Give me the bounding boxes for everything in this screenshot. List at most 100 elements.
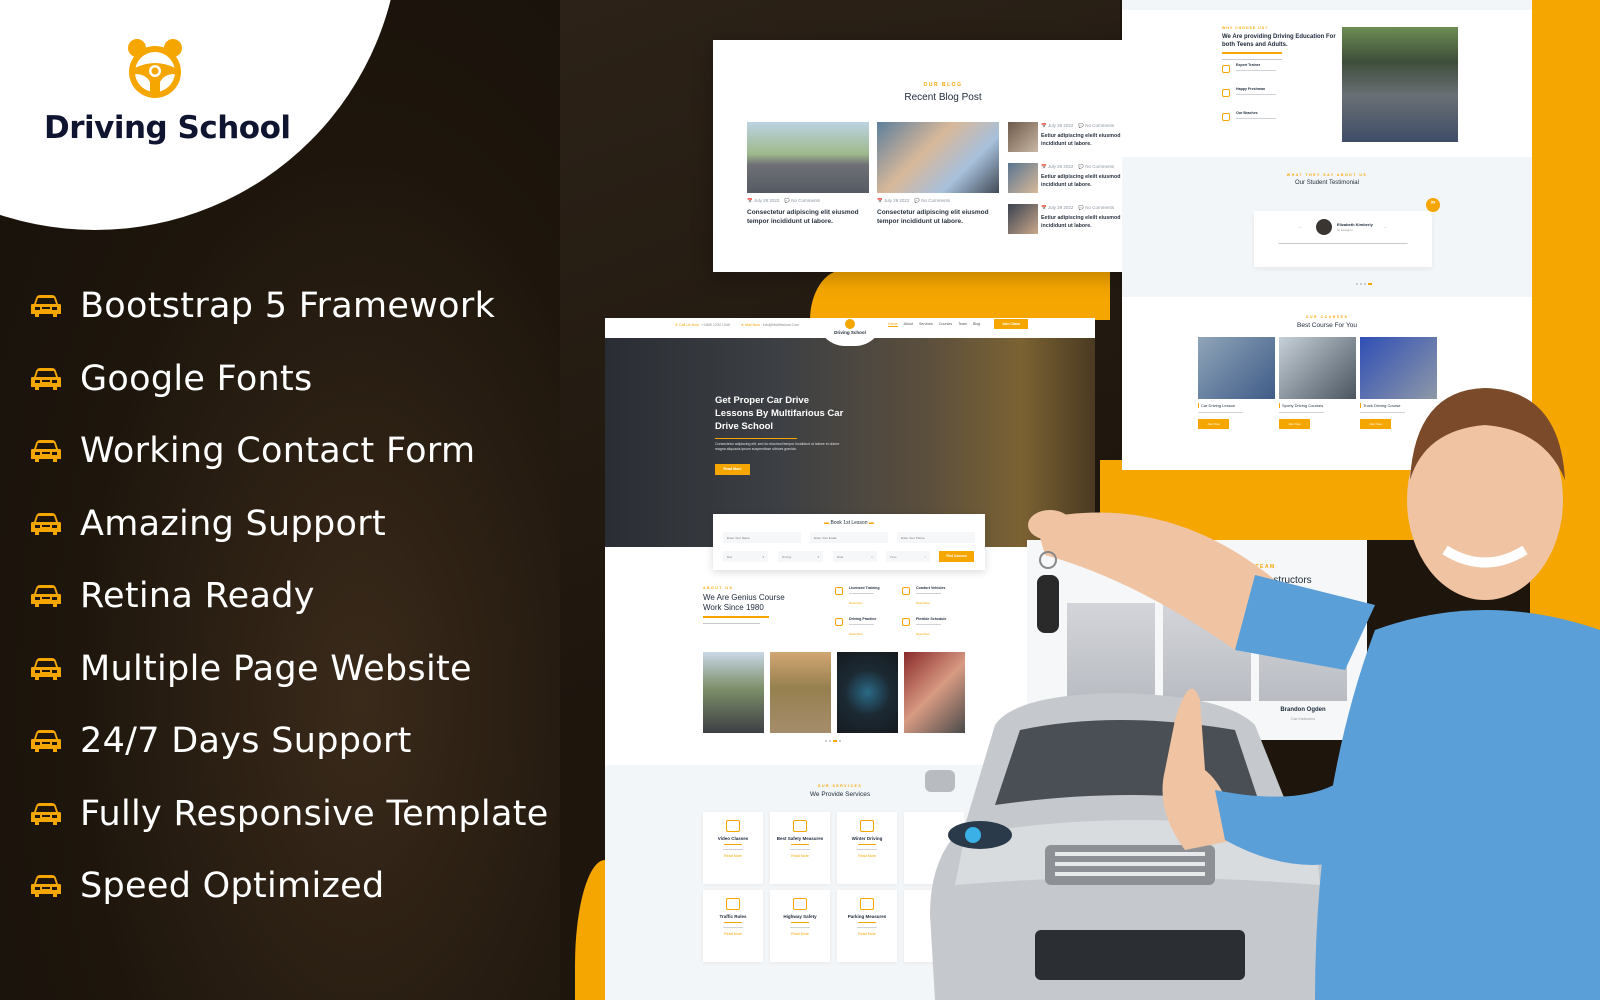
site-logo-text: Driving School: [834, 330, 866, 335]
blog-post-meta: 📅 July 29 2022 💬 No Comments: [877, 198, 951, 203]
service-icon: [860, 898, 874, 910]
feature-label: Speed Optimized: [80, 866, 385, 907]
about-feature-text: ▬▬▬▬▬▬▬▬▬▬: [849, 623, 874, 626]
blog-post-date: July 29 2022: [1047, 205, 1074, 210]
carousel-dot[interactable]: [829, 740, 831, 742]
nav-item-services[interactable]: Services: [919, 322, 933, 327]
service-text: ▬▬▬▬▬▬▬▬: [790, 926, 810, 930]
booking-phone-input[interactable]: [897, 532, 975, 543]
car-icon: [31, 657, 61, 680]
why-item-text: ▬▬▬▬▬▬▬▬▬▬▬▬▬▬▬▬: [1236, 117, 1276, 120]
testimonial-next-arrow[interactable]: →: [1382, 224, 1387, 230]
hero-underline: [715, 438, 797, 439]
service-title: Winter Driving: [851, 836, 883, 841]
nav-item-about[interactable]: About: [904, 322, 913, 327]
read-more-link[interactable]: Read More: [837, 854, 897, 858]
read-more-link[interactable]: Read More: [916, 632, 930, 636]
read-more-link[interactable]: Read More: [837, 932, 897, 936]
service-underline: [791, 922, 809, 924]
freshman-icon: [1222, 89, 1230, 97]
booking-time-input[interactable]: Time ○: [886, 551, 930, 562]
carousel-dot-active[interactable]: [833, 740, 837, 742]
carousel-dot[interactable]: [839, 740, 841, 742]
carousel-dot[interactable]: [1356, 283, 1358, 285]
feature-icon: [835, 587, 843, 595]
read-more-link[interactable]: Read More: [916, 601, 930, 605]
select-value: Driving: [782, 555, 792, 559]
about-section: ABOUT US We Are Genius Course Work Since…: [703, 586, 823, 625]
why-item: Our Braches ▬▬▬▬▬▬▬▬▬▬▬▬▬▬▬▬: [1222, 111, 1340, 133]
mail-label: Mail Now :: [745, 323, 762, 327]
read-more-link[interactable]: Read More: [770, 932, 830, 936]
find-courses-button[interactable]: Find Courses: [939, 551, 974, 562]
feature-label: 24/7 Days Support: [80, 721, 412, 762]
booking-vehicle-select[interactable]: Bus ▾: [723, 551, 768, 562]
join-class-button[interactable]: Join Class: [994, 319, 1028, 329]
car-icon: [31, 295, 61, 318]
carousel-dot[interactable]: [1364, 283, 1366, 285]
blog-post-thumb: [1008, 204, 1038, 234]
nav-item-team[interactable]: Team: [958, 322, 967, 327]
why-items: Expert Trainer ▬▬▬▬▬▬▬▬▬▬▬▬▬▬▬▬ Happy Fres…: [1222, 63, 1340, 133]
nav-item-home[interactable]: Home: [888, 322, 898, 327]
carousel-dot[interactable]: [825, 740, 827, 742]
blog-big-post[interactable]: 📅 July 29 2022 💬 No Comments Consectetur…: [747, 122, 869, 226]
feature-item: Speed Optimized: [30, 850, 549, 923]
branches-icon: [1222, 113, 1230, 121]
carousel-dot-active[interactable]: [1368, 283, 1372, 285]
booking-date-input[interactable]: Date □: [833, 551, 877, 562]
service-card[interactable]: Highway Safety ▬▬▬▬▬▬▬▬ Read More: [770, 890, 830, 962]
nav-item-courses[interactable]: Courses: [939, 322, 952, 327]
booking-email-input[interactable]: [810, 532, 888, 543]
service-card[interactable]: Best Safety Measures ▬▬▬▬▬▬▬▬ Read More: [770, 812, 830, 884]
mail-value: info@Multifarious.Com: [762, 323, 800, 327]
read-more-link[interactable]: Read More: [703, 932, 763, 936]
read-more-link[interactable]: Read More: [770, 854, 830, 858]
orange-shape-top: [810, 270, 1110, 320]
service-title: Best Safety Measures: [776, 836, 824, 841]
car-icon: [31, 512, 61, 535]
contact-call: ✆ Call Us Now : +1800 1234 1345: [675, 323, 730, 327]
service-card[interactable]: Video Classes ▬▬▬▬▬▬▬▬ Read More: [703, 812, 763, 884]
blog-post-date: July 29 2022: [753, 198, 780, 203]
service-card[interactable]: Winter Driving ▬▬▬▬▬▬▬▬ Read More: [837, 812, 897, 884]
nav-item-blog[interactable]: Blog: [973, 322, 980, 327]
service-text: ▬▬▬▬▬▬▬▬: [857, 848, 877, 852]
quote-icon: ”: [1426, 198, 1440, 212]
mail-icon: ➤: [741, 323, 745, 327]
blog-post-title[interactable]: Consectetur adipiscing elit eiusmod temp…: [747, 208, 869, 226]
car-icon: [31, 730, 61, 753]
read-more-link[interactable]: Read More: [849, 632, 863, 636]
feature-label: Amazing Support: [80, 503, 386, 544]
feature-item: Retina Ready: [30, 560, 549, 633]
testimonial-dots[interactable]: [1356, 283, 1372, 285]
feature-label: Google Fonts: [80, 358, 313, 399]
carousel-dot[interactable]: [1360, 283, 1362, 285]
service-underline: [724, 922, 742, 924]
blog-post-comments: No Comments: [1085, 123, 1115, 128]
hero-read-more-button[interactable]: Read More: [715, 464, 750, 475]
testimonial-role: UI Designer: [1337, 228, 1353, 232]
booking-type-select[interactable]: Driving ▾: [778, 551, 823, 562]
about-dots[interactable]: [825, 740, 841, 742]
service-title: Traffic Rules: [719, 914, 747, 919]
blog-post-comments: No Comments: [1085, 164, 1115, 169]
feature-icon: [835, 618, 843, 626]
service-underline: [858, 922, 876, 924]
service-icon: [726, 898, 740, 910]
blog-post-comments: No Comments: [1085, 205, 1115, 210]
service-title: Parking Measures: [847, 914, 887, 919]
blog-big-post[interactable]: 📅 July 29 2022 💬 No Comments Consectetur…: [877, 122, 999, 226]
date-placeholder: Date: [837, 555, 844, 559]
service-card[interactable]: Parking Measures ▬▬▬▬▬▬▬▬ Read More: [837, 890, 897, 962]
service-card[interactable]: Traffic Rules ▬▬▬▬▬▬▬▬ Read More: [703, 890, 763, 962]
hero-text: Consectetur adipiscing elit, sed do eius…: [715, 442, 840, 451]
read-more-link[interactable]: Read More: [703, 854, 763, 858]
testimonial-section: WHAT THEY SAY ABOUT US Our Student Testi…: [1122, 157, 1532, 297]
blog-post-title[interactable]: Consectetur adipiscing elit eiusmod temp…: [877, 208, 999, 226]
testimonial-prev-arrow[interactable]: ←: [1298, 224, 1303, 230]
read-more-link[interactable]: Read More: [849, 601, 863, 605]
clock-icon: ○: [924, 555, 926, 559]
blog-post-meta: 📅 July 29 2022 💬 No Comments: [747, 198, 821, 203]
booking-name-input[interactable]: [723, 532, 801, 543]
